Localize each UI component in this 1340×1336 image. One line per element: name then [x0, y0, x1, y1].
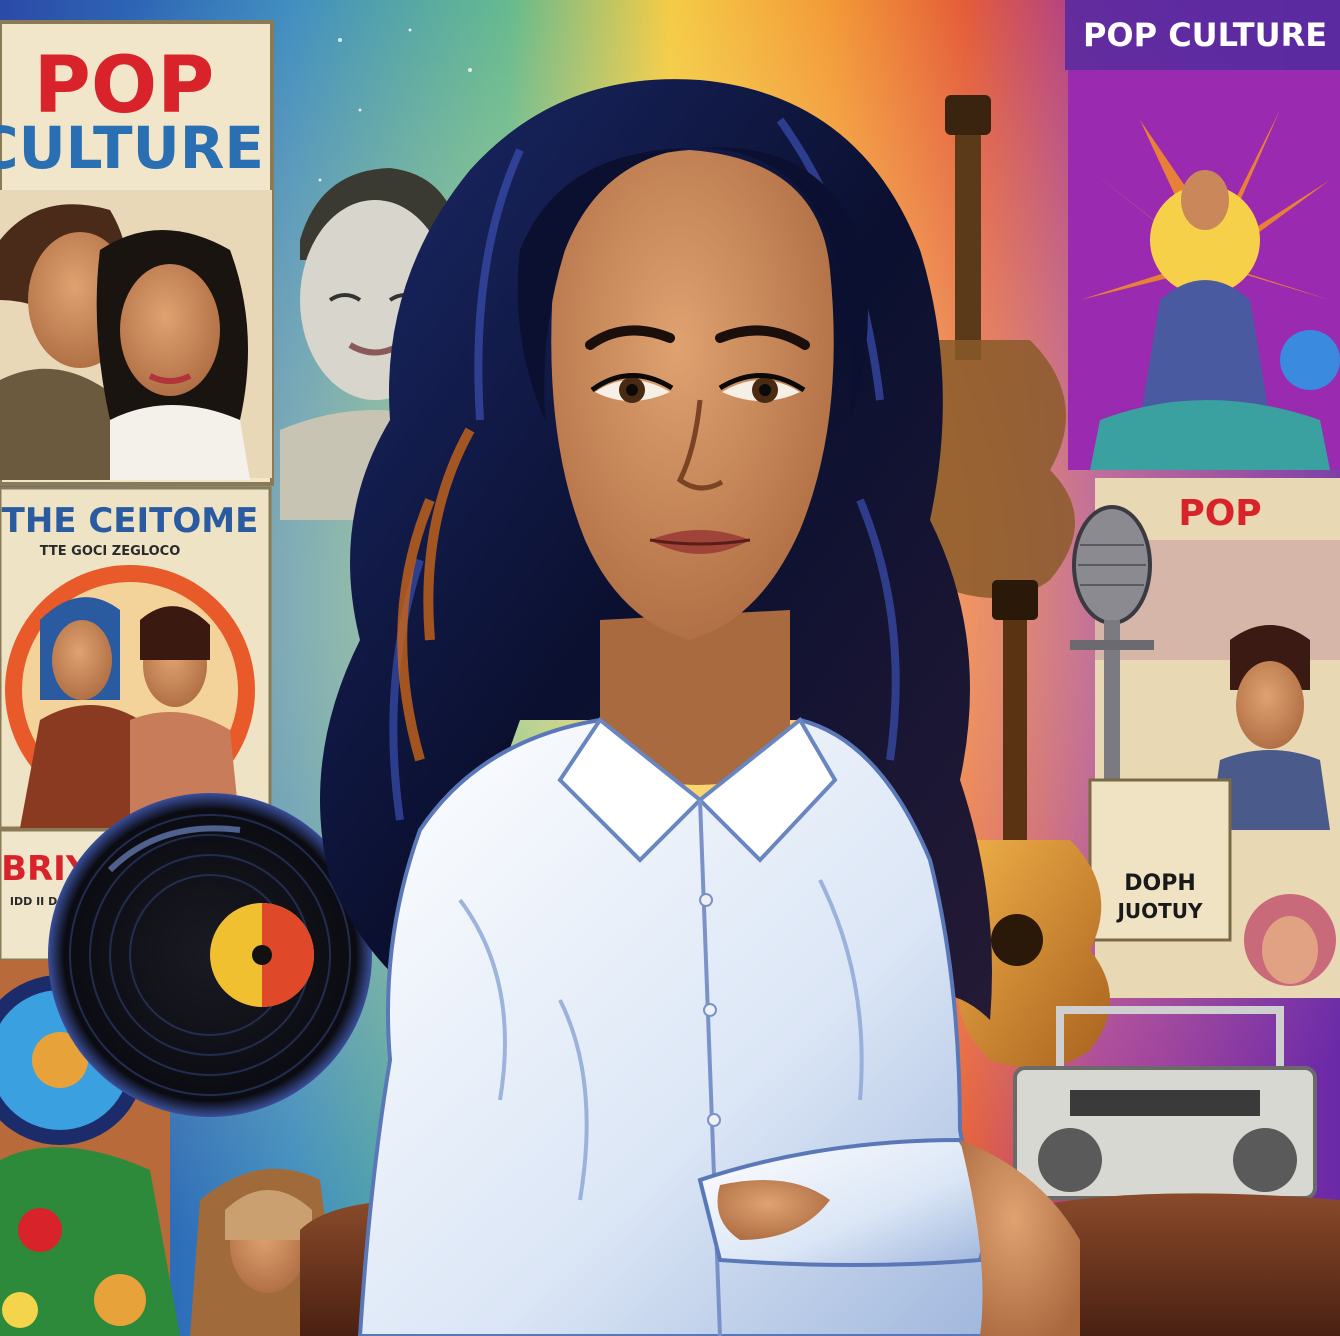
mid-poster-subtitle: TTE GOCI ZEGLOCO — [40, 544, 181, 559]
poster-title-culture: CULTURE — [0, 114, 264, 182]
right-poster-title: POP — [1178, 493, 1261, 534]
right-sunburst-poster — [1068, 70, 1340, 470]
mid-poster-title: THE CEITOME — [2, 501, 259, 541]
left-top-poster: POP CULTURE — [0, 20, 274, 486]
right-small-magazine: DOPH JUOTUY — [1088, 778, 1232, 942]
banner-text: POP CULTURE — [1083, 16, 1327, 54]
small-magazine-line1: DOPH — [1124, 871, 1196, 896]
illustration-canvas: POP CULTURE THE CEITOME TTE GOCI ZEGLOCO… — [0, 0, 1340, 1336]
left-mid-poster: THE CEITOME TTE GOCI ZEGLOCO — [0, 486, 272, 830]
pop-culture-illustration: POP CULTURE THE CEITOME TTE GOCI ZEGLOCO… — [0, 0, 1340, 1336]
top-banner: POP CULTURE — [1065, 0, 1340, 70]
small-magazine-line2: JUOTUY — [1115, 899, 1203, 923]
